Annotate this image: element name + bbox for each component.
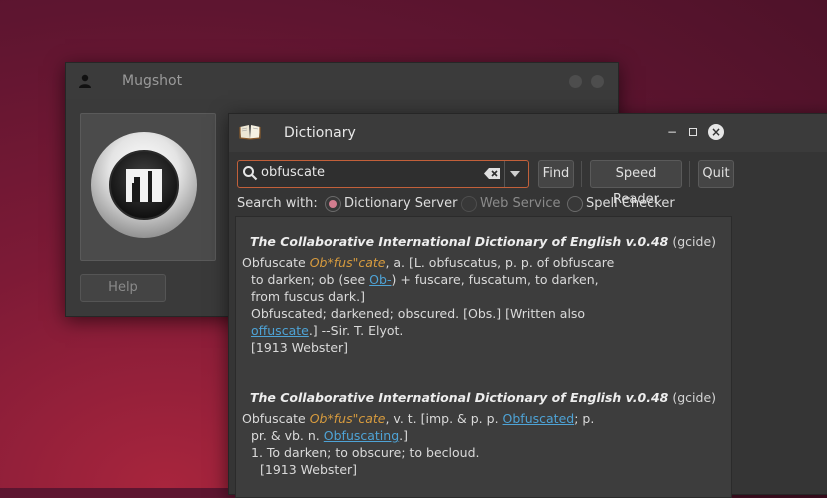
clear-icon[interactable] xyxy=(484,168,500,179)
radio-dictionary-server[interactable]: Dictionary Server xyxy=(325,196,457,212)
window-title: Mugshot xyxy=(122,73,183,89)
search-icon xyxy=(243,166,258,181)
toolbar-separator xyxy=(689,161,690,187)
entry-source-tag: (gcide) xyxy=(672,234,717,249)
cross-reference-link[interactable]: offuscate xyxy=(251,323,309,338)
headword: Obfuscate xyxy=(242,411,306,426)
radio-indicator xyxy=(325,196,341,212)
chevron-down-icon[interactable] xyxy=(510,171,520,177)
radio-indicator xyxy=(567,196,583,212)
close-button[interactable] xyxy=(591,75,604,88)
entry-source: The Collaborative International Dictiona… xyxy=(250,390,669,405)
search-with-label: Search with: xyxy=(237,196,318,211)
dictionary-window: Dictionary − × obfuscate Find Speed Read… xyxy=(228,113,827,498)
toolbar-separator xyxy=(581,161,582,187)
cross-reference-link[interactable]: Obfuscated xyxy=(503,411,575,426)
radio-indicator xyxy=(461,196,477,212)
avatar-button[interactable] xyxy=(80,113,216,261)
minimize-button[interactable]: − xyxy=(665,125,679,139)
search-input[interactable]: obfuscate xyxy=(237,160,529,188)
maximize-icon xyxy=(689,128,697,136)
search-text[interactable]: obfuscate xyxy=(261,165,325,180)
cross-reference-link[interactable]: Obfuscating xyxy=(324,428,399,443)
help-button[interactable]: Help xyxy=(80,274,166,302)
avatar xyxy=(91,132,197,238)
radio-spell-checker[interactable]: Spell Checker xyxy=(567,196,675,212)
radio-web-service[interactable]: Web Service xyxy=(461,196,561,212)
headword: Obfuscate xyxy=(242,255,306,270)
entry-source: The Collaborative International Dictiona… xyxy=(250,234,669,249)
manjaro-logo-icon xyxy=(109,150,179,220)
find-button[interactable]: Find xyxy=(538,160,574,188)
pronunciation: Ob*fus"cate xyxy=(309,255,386,270)
separator xyxy=(504,161,505,187)
pronunciation: Ob*fus"cate xyxy=(309,411,386,426)
definition-view[interactable]: The Collaborative International Dictiona… xyxy=(235,216,732,498)
close-button[interactable]: × xyxy=(708,124,724,140)
dictionary-titlebar[interactable]: Dictionary − × xyxy=(229,114,827,152)
maximize-button[interactable] xyxy=(686,125,700,139)
speed-reader-button[interactable]: Speed Reader xyxy=(590,160,682,207)
quit-button[interactable]: Quit xyxy=(698,160,734,188)
entry-source-tag: (gcide) xyxy=(672,390,717,405)
mugshot-titlebar[interactable]: Mugshot xyxy=(66,63,618,99)
user-icon xyxy=(79,74,91,88)
cross-reference-link[interactable]: Ob- xyxy=(369,272,391,287)
window-title: Dictionary xyxy=(284,125,356,141)
minimize-button[interactable] xyxy=(569,75,582,88)
book-icon xyxy=(239,125,261,140)
